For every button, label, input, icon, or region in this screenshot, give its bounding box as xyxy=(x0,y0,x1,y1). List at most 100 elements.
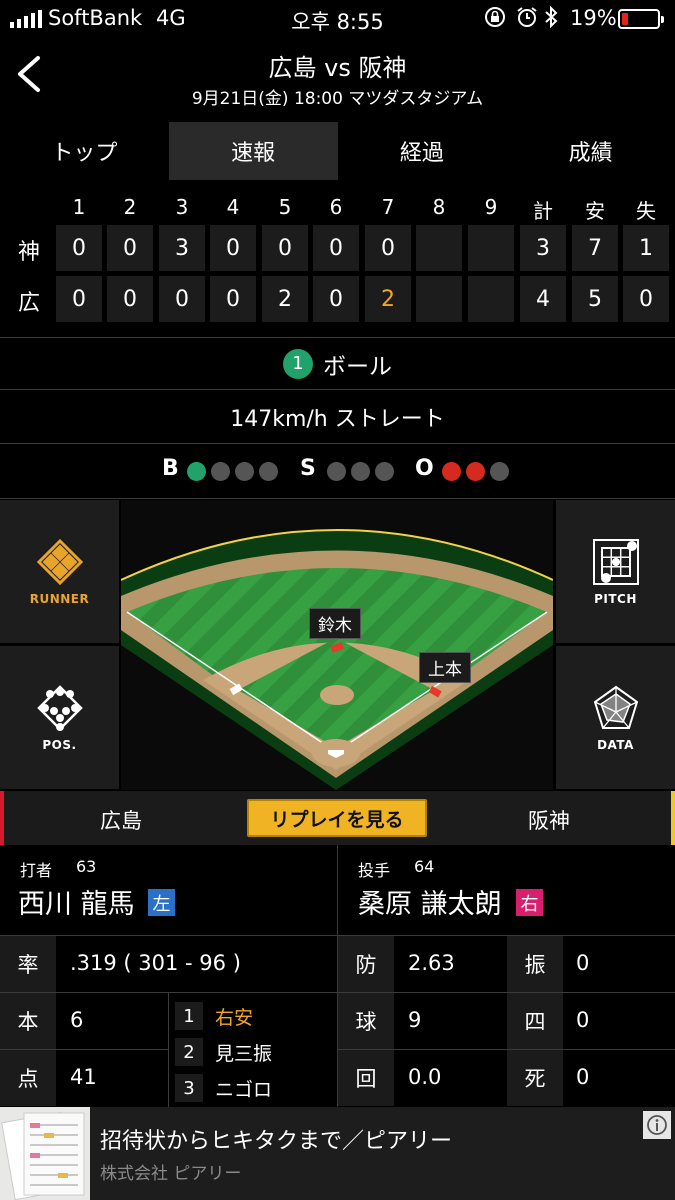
score-cell: 0 xyxy=(107,225,153,271)
out-dot xyxy=(490,462,509,481)
runner-first-tag: 上本 xyxy=(419,652,471,683)
score-header: 失 xyxy=(636,199,656,223)
pitcher-name[interactable]: 桑原 謙太朗 xyxy=(358,882,502,921)
game-info: 9月21日(金) 18:00 マツダスタジアム xyxy=(191,89,484,109)
pitch-result-bar: 1 ボール xyxy=(0,338,675,389)
ad-title: 招待状からヒキタクまで／ピアリー xyxy=(100,1129,453,1154)
score-cell: 3 xyxy=(520,225,566,271)
divider xyxy=(0,443,675,444)
batter-name[interactable]: 西川 龍馬 xyxy=(18,882,135,921)
battery-icon xyxy=(618,9,664,29)
score-header: 3 xyxy=(175,195,189,219)
score-cell: 0 xyxy=(313,276,359,322)
score-cell: 0 xyxy=(56,225,102,271)
score-cell: 5 xyxy=(572,276,618,322)
score-header: 安 xyxy=(585,199,605,223)
page-title: 広島 vs 阪神 xyxy=(268,54,407,82)
pitcher-hbp-value: 0 xyxy=(576,1065,590,1089)
home-team-name[interactable]: 広島 xyxy=(100,805,142,835)
batter-avg-value: .319 ( 301 - 96 ) xyxy=(70,951,241,975)
score-cell: 1 xyxy=(623,225,669,271)
tab-label: 経過 xyxy=(399,141,444,166)
data-label: DATA xyxy=(597,737,634,752)
score-header: 4 xyxy=(226,195,240,219)
tab-progress[interactable]: 経過 xyxy=(338,122,507,180)
tab-label: トップ xyxy=(51,141,118,166)
pitch-speed-type: 147km/h ストレート xyxy=(230,406,445,432)
score-header: 8 xyxy=(432,195,446,219)
score-cell: 0 xyxy=(210,276,256,322)
score-cell xyxy=(468,225,514,271)
score-cell: 0 xyxy=(210,225,256,271)
score-cell: 0 xyxy=(107,276,153,322)
score-header: 5 xyxy=(278,195,292,219)
tab-stats[interactable]: 成績 xyxy=(506,122,675,180)
tab-bar: トップ 速報 経過 成績 xyxy=(0,122,675,180)
at-bat-result: 見三振 xyxy=(215,1043,273,1065)
score-cell xyxy=(468,276,514,322)
score-cell: 2 xyxy=(365,276,411,322)
count-indicator: B S O xyxy=(0,454,675,488)
ball-dot xyxy=(211,462,230,481)
score-cell: 2 xyxy=(262,276,308,322)
batter-role: 打者 xyxy=(20,861,53,880)
tab-live[interactable]: 速報 xyxy=(168,122,338,180)
positions-button[interactable]: POS. xyxy=(0,646,119,789)
at-bat-number: 1 xyxy=(175,1002,203,1030)
pitcher-bb-value: 0 xyxy=(576,1008,590,1032)
score-header: 2 xyxy=(123,195,137,219)
pitcher-era-value: 2.63 xyxy=(408,951,455,975)
pitcher-pitches-label: 球 xyxy=(338,993,394,1049)
positions-label: POS. xyxy=(42,737,77,752)
runner-icon xyxy=(36,538,83,585)
pitcher-ip-label: 回 xyxy=(338,1050,394,1106)
tab-label: 成績 xyxy=(568,141,613,166)
runner-second-tag: 鈴木 xyxy=(309,608,361,639)
pitch-button[interactable]: PITCH xyxy=(556,500,675,643)
pitcher-so-label: 振 xyxy=(507,936,563,992)
runner-label: RUNNER xyxy=(29,591,90,606)
runner-button[interactable]: RUNNER xyxy=(0,500,119,643)
score-cell: 4 xyxy=(520,276,566,322)
replay-button[interactable]: リプレイを見る xyxy=(247,799,427,837)
ad-thumbnail xyxy=(0,1107,90,1200)
at-bat-result: 右安 xyxy=(215,1007,254,1029)
pitcher-era-label: 防 xyxy=(338,936,394,992)
score-header: 計 xyxy=(533,199,553,223)
strike-dot xyxy=(327,462,346,481)
ad-sponsor: 株式会社 ピアリー xyxy=(100,1164,242,1184)
out-dot xyxy=(466,462,485,481)
pitcher-bb-label: 四 xyxy=(507,993,563,1049)
pitcher-role: 投手 xyxy=(358,861,391,880)
score-cell: 7 xyxy=(572,225,618,271)
score-header: 6 xyxy=(329,195,343,219)
ad-info-icon[interactable] xyxy=(643,1111,671,1139)
data-button[interactable]: DATA xyxy=(556,646,675,789)
ad-banner[interactable]: 招待状からヒキタクまで／ピアリー 株式会社 ピアリー xyxy=(0,1107,675,1200)
pitch-grid-icon xyxy=(592,538,639,585)
outs-label: O xyxy=(415,456,434,481)
field-diagram xyxy=(120,529,554,790)
batter-hand-badge: 左 xyxy=(148,889,175,916)
away-team-name[interactable]: 阪神 xyxy=(528,805,570,835)
batter-hr-label: 本 xyxy=(0,993,56,1049)
strikes-label: S xyxy=(300,456,316,481)
home-team-accent xyxy=(0,791,4,845)
radar-chart-icon xyxy=(593,685,638,729)
strike-dot xyxy=(351,462,370,481)
score-cell: 0 xyxy=(159,276,205,322)
status-bar: SoftBank 4G 오후 8:55 19% xyxy=(0,0,675,40)
pitch-speed-bar: 147km/h ストレート xyxy=(0,390,675,443)
batter-number: 63 xyxy=(76,857,97,876)
pitch-label: PITCH xyxy=(594,591,637,606)
score-team-label: 神 xyxy=(17,240,40,265)
rotation-lock-icon xyxy=(484,6,506,33)
baseball-field: 鈴木 上本 xyxy=(120,500,554,790)
score-header: 7 xyxy=(381,195,395,219)
score-cell: 0 xyxy=(623,276,669,322)
divider xyxy=(0,498,675,499)
divider xyxy=(168,993,169,1107)
score-cell: 0 xyxy=(313,225,359,271)
out-dot xyxy=(442,462,461,481)
tab-top[interactable]: トップ xyxy=(0,122,169,180)
